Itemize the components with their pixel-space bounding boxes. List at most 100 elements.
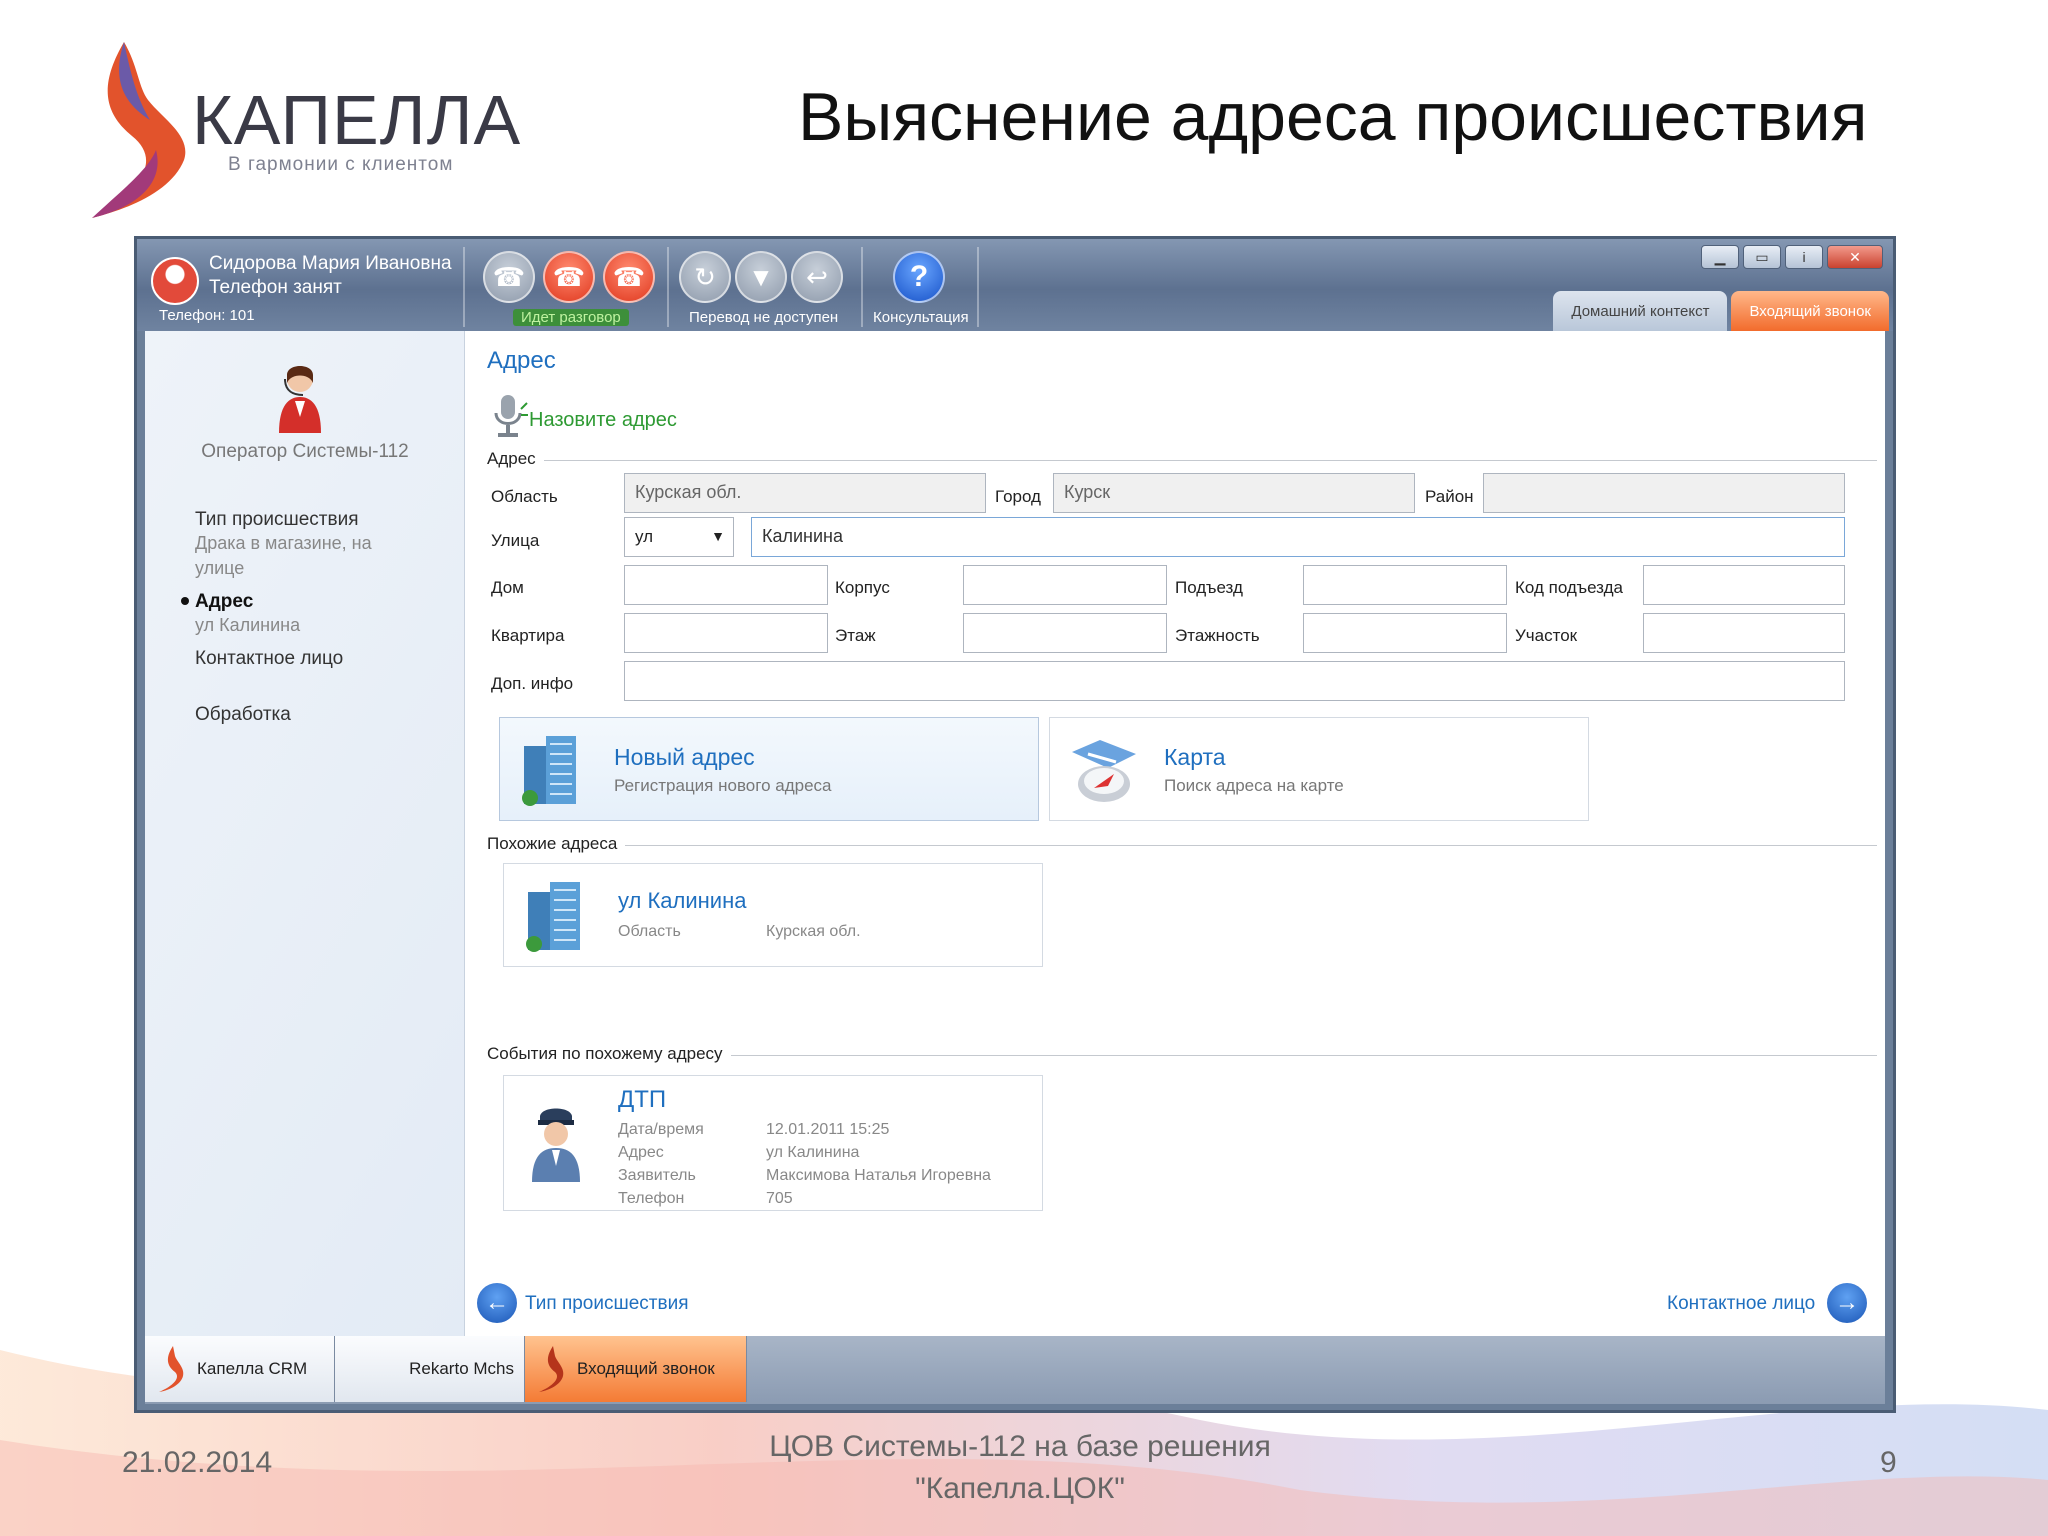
- toolbar-separator: [463, 247, 465, 327]
- consultation-button[interactable]: ?: [893, 251, 945, 303]
- similar-addresses-label: Похожие адреса: [487, 834, 626, 854]
- city-label: Город: [995, 487, 1041, 506]
- info-icon[interactable]: i: [1785, 245, 1823, 269]
- taskbar: Капелла CRM Rekarto Mchs Входящий звонок: [145, 1336, 1885, 1404]
- events-label: События по похожему адресу: [487, 1044, 731, 1064]
- user-avatar[interactable]: [151, 257, 199, 305]
- group-divider: [487, 460, 1877, 461]
- floor-label: Этаж: [835, 626, 876, 645]
- slide-title: Выяснение адреса происшествия: [798, 79, 1868, 155]
- new-address-title: Новый адрес: [614, 744, 755, 770]
- toolbar-separator: [861, 247, 863, 327]
- user-phone: Телефон: 101: [159, 307, 255, 324]
- transfer-status-label: Перевод не доступен: [689, 309, 839, 326]
- similar-address-title: ул Калинина: [618, 888, 747, 913]
- transfer-icon: ↻: [694, 261, 716, 292]
- kapella-logo-icon: [539, 1346, 564, 1392]
- current-step-bullet: [181, 597, 189, 605]
- close-icon[interactable]: ✕: [1827, 245, 1883, 269]
- back-link[interactable]: Тип происшествия: [525, 1293, 689, 1315]
- building-icon: [522, 736, 576, 806]
- entrance-input[interactable]: [1303, 565, 1507, 605]
- app-window: Сидорова Мария Ивановна Телефон занят Те…: [134, 236, 1896, 1413]
- logo-tagline: В гармонии с клиентом: [228, 154, 454, 175]
- extra-info-input[interactable]: [624, 661, 1845, 701]
- next-link[interactable]: Контактное лицо: [1667, 1293, 1815, 1315]
- similar-address-item[interactable]: ул Калинина Область Курская обл.: [503, 863, 1043, 967]
- toolbar-separator: [667, 247, 669, 327]
- toolbar-separator: [977, 247, 979, 327]
- map-button[interactable]: Карта Поиск адреса на карте: [1049, 717, 1589, 821]
- call-status-label: Идет разговор: [513, 309, 629, 326]
- question-icon: ?: [909, 260, 929, 293]
- address-group-label: Адрес: [487, 449, 544, 469]
- entrance-label: Подъезд: [1175, 578, 1243, 597]
- police-officer-icon: [532, 1108, 580, 1182]
- new-address-subtitle: Регистрация нового адреса: [614, 776, 832, 795]
- consultation-label: Консультация: [873, 309, 969, 326]
- entrance-code-label: Код подъезда: [1515, 578, 1623, 597]
- step-address-value: ул Калинина: [195, 615, 301, 635]
- forward-button[interactable]: ▼: [735, 251, 787, 303]
- task-label: Rekarto Mchs: [409, 1359, 514, 1378]
- hold-call-button[interactable]: ☎: [543, 251, 595, 303]
- district-field[interactable]: [1483, 473, 1845, 513]
- building-input[interactable]: [963, 565, 1167, 605]
- event-key: Телефон: [618, 1190, 685, 1207]
- task-label: Капелла CRM: [197, 1359, 308, 1378]
- step-processing[interactable]: Обработка: [195, 704, 395, 726]
- tab-incoming-call[interactable]: Входящий звонок: [1731, 291, 1889, 331]
- tab-home-context[interactable]: Домашний контекст: [1553, 291, 1728, 331]
- footer-date: 21.02.2014: [122, 1446, 273, 1479]
- house-input[interactable]: [624, 565, 828, 605]
- entrance-code-input[interactable]: [1643, 565, 1845, 605]
- task-incoming-call[interactable]: Входящий звонок: [525, 1336, 747, 1402]
- apartment-input[interactable]: [624, 613, 828, 653]
- city-field[interactable]: Курск: [1053, 473, 1415, 513]
- footer-caption-line: "Капелла.ЦОК": [915, 1472, 1125, 1505]
- slide: КАПЕЛЛА В гармонии с клиентом Выяснение …: [0, 0, 2048, 1536]
- apartment-label: Квартира: [491, 626, 565, 645]
- voice-prompt: Назовите адрес: [529, 409, 677, 431]
- street-input[interactable]: Калинина: [751, 517, 1845, 557]
- window-controls: ▁ ▭ i ✕: [1701, 245, 1883, 269]
- section-label: Участок: [1515, 626, 1578, 645]
- user-name: Сидорова Мария Ивановна: [209, 253, 452, 274]
- chevron-down-icon: ▼: [711, 528, 725, 544]
- step-contact-person[interactable]: Контактное лицо: [195, 648, 395, 670]
- similar-address-key: Область: [618, 923, 681, 940]
- phone-end-icon: ☎: [612, 261, 646, 292]
- minimize-icon[interactable]: ▁: [1701, 245, 1739, 269]
- street-label: Улица: [491, 531, 540, 550]
- answer-call-button[interactable]: ☎: [483, 251, 535, 303]
- region-label: Область: [491, 487, 558, 506]
- step-incident-type-value: Драка в магазине, на улице: [195, 533, 372, 578]
- floors-label: Этажность: [1175, 626, 1260, 645]
- floor-input[interactable]: [963, 613, 1167, 653]
- step-address[interactable]: Адрес: [195, 591, 395, 613]
- task-rekarto[interactable]: Rekarto Mchs: [335, 1336, 525, 1402]
- transfer-button[interactable]: ↻: [679, 251, 731, 303]
- section-input[interactable]: [1643, 613, 1845, 653]
- restore-icon[interactable]: ▭: [1743, 245, 1781, 269]
- region-field[interactable]: Курская обл.: [624, 473, 986, 513]
- end-call-button[interactable]: ☎: [603, 251, 655, 303]
- floors-input[interactable]: [1303, 613, 1507, 653]
- task-kapella-crm[interactable]: Капелла CRM: [145, 1336, 335, 1402]
- arrow-left-icon[interactable]: ←: [477, 1283, 517, 1323]
- footer-caption-line: ЦОВ Системы-112 на базе решения: [769, 1430, 1271, 1463]
- step-incident-type[interactable]: Тип происшествия: [195, 509, 395, 531]
- user-status: Телефон занят: [209, 277, 342, 298]
- group-divider: [487, 845, 1877, 846]
- street-type-select[interactable]: ул ▼: [624, 517, 734, 557]
- return-button[interactable]: ↩: [791, 251, 843, 303]
- new-address-button[interactable]: Новый адрес Регистрация нового адреса: [499, 717, 1039, 821]
- operator-label: Оператор Системы-112: [201, 441, 409, 462]
- event-key: Заявитель: [618, 1167, 696, 1184]
- page-number: 9: [1880, 1446, 1897, 1479]
- arrow-right-icon[interactable]: →: [1827, 1283, 1867, 1323]
- extra-info-label: Доп. инфо: [491, 674, 574, 693]
- event-title: ДТП: [618, 1086, 667, 1113]
- event-item[interactable]: ДТП Дата/время 12.01.2011 15:25 Адрес ул…: [503, 1075, 1043, 1211]
- section-title: Адрес: [487, 347, 556, 374]
